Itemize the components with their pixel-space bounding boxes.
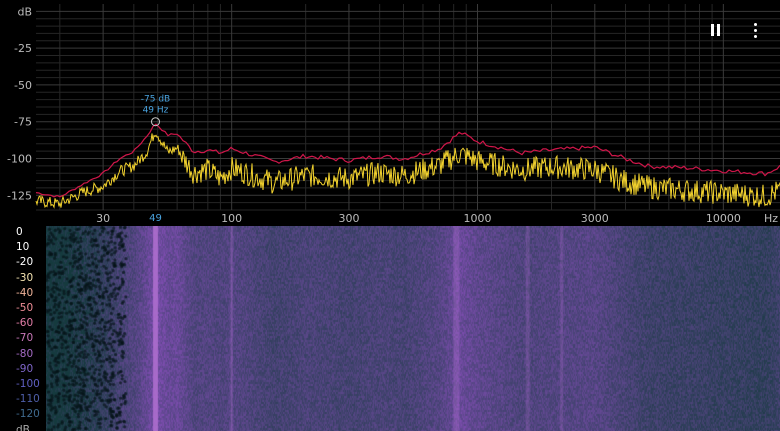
pause-icon [710,24,720,36]
db-tick-label: dB [17,5,32,18]
peak-marker[interactable]: -75 dB 49 Hz 49 [141,95,170,224]
frequency-tick-label: 300 [338,212,359,225]
db-tick-label: -100 [7,153,32,166]
db-tick-label: -75 [14,116,32,129]
frequency-tick-label: 30 [96,212,110,225]
spectrum-chart[interactable]: dB -25 -50 -75 -100 -125 30 100 300 1000 3000 1000… [0,0,780,226]
db-tick-label: -25 [14,42,32,55]
more-vert-icon [753,22,757,38]
spectrogram-scale-label: -80 [16,347,34,360]
spectrogram-scale-label: -30 [16,271,34,284]
frequency-tick-label: 10000 [706,212,741,225]
spectrogram-scale-label: -50 [16,302,34,314]
spectrum-toolbar [704,18,766,42]
db-tick-label: -125 [7,189,32,202]
db-axis-labels: dB -25 -50 -75 -100 -125 [7,5,32,202]
peak-frequency-axis-label: 49 [149,213,162,224]
peak-hz-label: 49 Hz [143,106,169,116]
frequency-tick-label: 100 [221,212,242,225]
frequency-tick-label: 3000 [581,212,609,225]
spectrogram[interactable]: 0 10 -20 -30 -40 -50 -60 -70 -80 -90 -100 -110 -120 d… [0,226,780,431]
spectrogram-scale-label: -90 [16,362,34,375]
spectrogram-scale-label: -60 [16,317,34,330]
spectrogram-db-scale: 0 10 -20 -30 -40 -50 -60 -70 -80 -90 -100 -110 -120 d… [0,226,46,431]
db-tick-label: -50 [14,79,32,92]
x-unit-label: Hz [764,212,778,225]
spectrogram-scale-label: -70 [16,332,34,345]
spectrogram-scale-label: -100 [16,378,40,390]
peak-db-label: -75 dB [141,95,170,105]
frequency-tick-label: 1000 [464,212,492,225]
overflow-menu-button[interactable] [744,18,766,42]
frequency-axis-labels: 30 100 300 1000 3000 10000 [96,212,741,225]
spectrogram-scale-label: -40 [16,286,34,299]
spectrogram-scale-label: -110 [16,393,40,406]
spectrogram-canvas [0,226,780,431]
spectrogram-scale-label: 0 [16,226,23,238]
spectrogram-scale-label: dB [16,423,30,431]
pause-button[interactable] [704,18,726,42]
spectrogram-scale-label: 10 [16,241,30,254]
spectrogram-scale-label: -20 [16,256,34,269]
spectrogram-scale-label: -120 [16,408,40,421]
